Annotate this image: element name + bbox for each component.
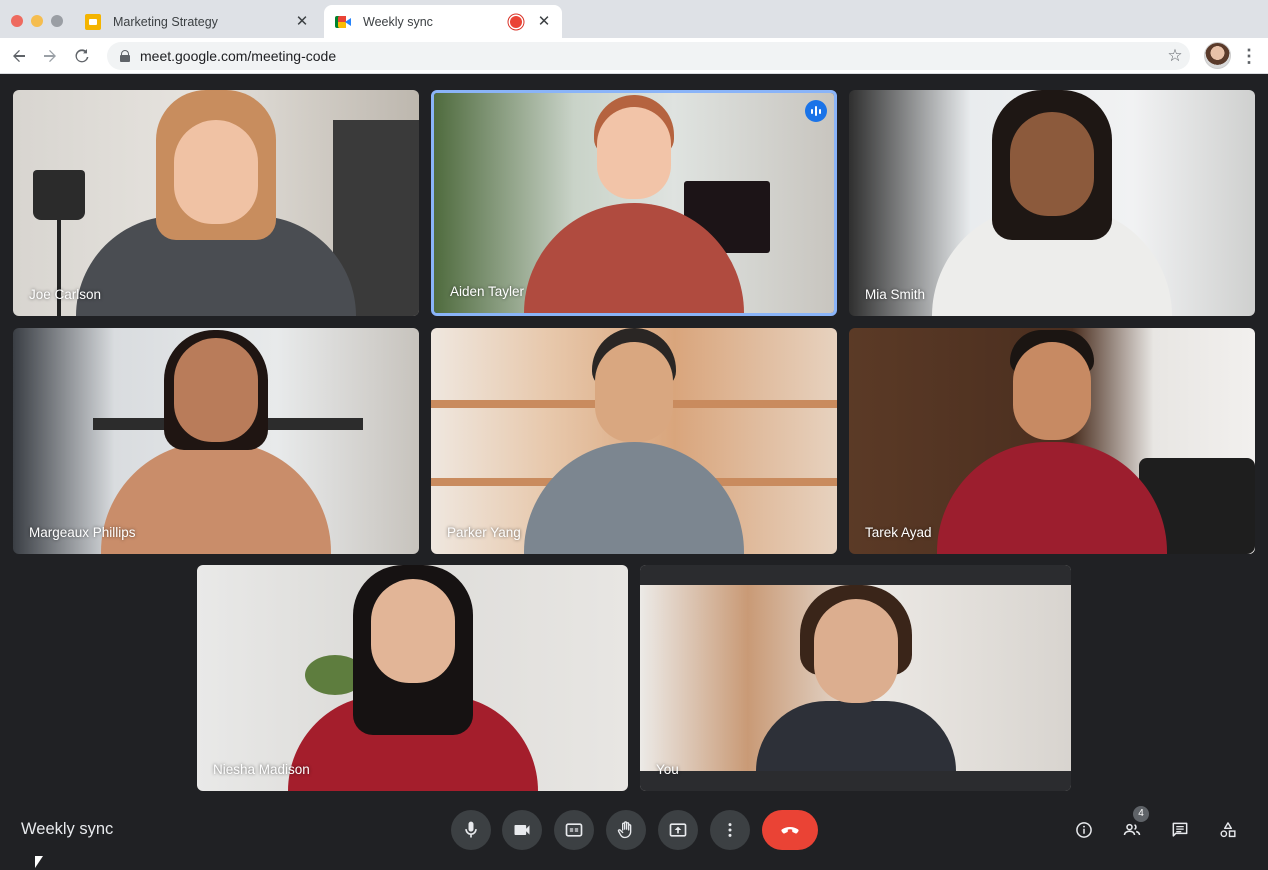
speaking-indicator-icon	[805, 100, 827, 122]
participant-tile[interactable]: Niesha Madison	[197, 565, 628, 791]
captions-button[interactable]	[554, 810, 594, 850]
address-bar[interactable]: meet.google.com/meeting-code ☆	[107, 42, 1190, 70]
participant-tile[interactable]: Margeaux Phillips	[13, 328, 419, 554]
browser-tab-strip: Marketing Strategy ✕ Weekly sync ✕	[0, 0, 1268, 38]
mic-icon	[465, 821, 477, 838]
tab-marketing-strategy[interactable]: Marketing Strategy ✕	[74, 5, 320, 38]
people-count-badge: 4	[1133, 806, 1149, 822]
present-button[interactable]	[658, 810, 698, 850]
more-options-icon	[728, 823, 732, 837]
meet-icon	[335, 14, 351, 30]
chat-icon	[1172, 822, 1188, 837]
lock-icon[interactable]	[120, 50, 130, 62]
meeting-title: Weekly sync	[21, 820, 114, 838]
recording-icon	[510, 15, 522, 28]
url-text[interactable]: meet.google.com/meeting-code	[140, 48, 1160, 64]
people-icon	[1123, 823, 1141, 836]
back-arrow-icon[interactable]	[6, 43, 32, 69]
present-screen-icon	[669, 823, 687, 837]
end-call-icon	[781, 827, 799, 834]
activities-button[interactable]	[1216, 818, 1240, 842]
tab-weekly-sync[interactable]: Weekly sync ✕	[324, 5, 562, 38]
window-close-button[interactable]	[11, 15, 23, 27]
window-minimize-button[interactable]	[31, 15, 43, 27]
reload-icon[interactable]	[69, 43, 95, 69]
camera-button[interactable]	[502, 810, 542, 850]
participant-name: Niesha Madison	[213, 762, 310, 777]
captions-icon	[565, 823, 583, 837]
participant-name: Joe Carlson	[29, 287, 102, 302]
raise-hand-button[interactable]	[606, 810, 646, 850]
participant-tile-speaking[interactable]: Aiden Tayler	[431, 90, 837, 316]
participant-name: Margeaux Phillips	[29, 525, 136, 540]
participant-name: Aiden Tayler	[450, 284, 525, 299]
participant-tile-self[interactable]: You	[640, 565, 1071, 791]
profile-avatar[interactable]	[1204, 42, 1231, 69]
close-icon[interactable]: ✕	[294, 13, 310, 30]
chat-button[interactable]	[1168, 818, 1192, 842]
raise-hand-icon	[617, 821, 632, 839]
bookmark-star-icon[interactable]: ☆	[1160, 46, 1190, 66]
mic-button[interactable]	[451, 810, 491, 850]
tab-title: Weekly sync	[363, 14, 433, 29]
window-maximize-button[interactable]	[51, 15, 63, 27]
browser-menu-icon[interactable]: ⋮	[1240, 44, 1258, 68]
browser-toolbar: meet.google.com/meeting-code ☆ ⋮	[0, 38, 1268, 74]
participant-tile[interactable]: Joe Carlson	[13, 90, 419, 316]
tab-title: Marketing Strategy	[113, 14, 218, 29]
camera-icon	[514, 825, 530, 835]
mouse-cursor-icon	[35, 856, 43, 868]
participant-tile[interactable]: Tarek Ayad	[849, 328, 1255, 554]
participant-tile[interactable]: Parker Yang	[431, 328, 837, 554]
end-call-button[interactable]	[762, 810, 818, 850]
activities-icon	[1220, 822, 1236, 838]
participant-name: Parker Yang	[447, 525, 521, 540]
info-icon	[1076, 822, 1092, 838]
slides-icon	[85, 13, 101, 30]
participant-name: Mia Smith	[865, 287, 926, 302]
meeting-details-button[interactable]	[1072, 818, 1096, 842]
forward-arrow-icon[interactable]	[37, 43, 63, 69]
participant-name: Tarek Ayad	[865, 525, 932, 540]
more-options-button[interactable]	[710, 810, 750, 850]
participant-tile[interactable]: Mia Smith	[849, 90, 1255, 316]
participant-name: You	[656, 762, 679, 777]
close-icon[interactable]: ✕	[536, 13, 552, 30]
